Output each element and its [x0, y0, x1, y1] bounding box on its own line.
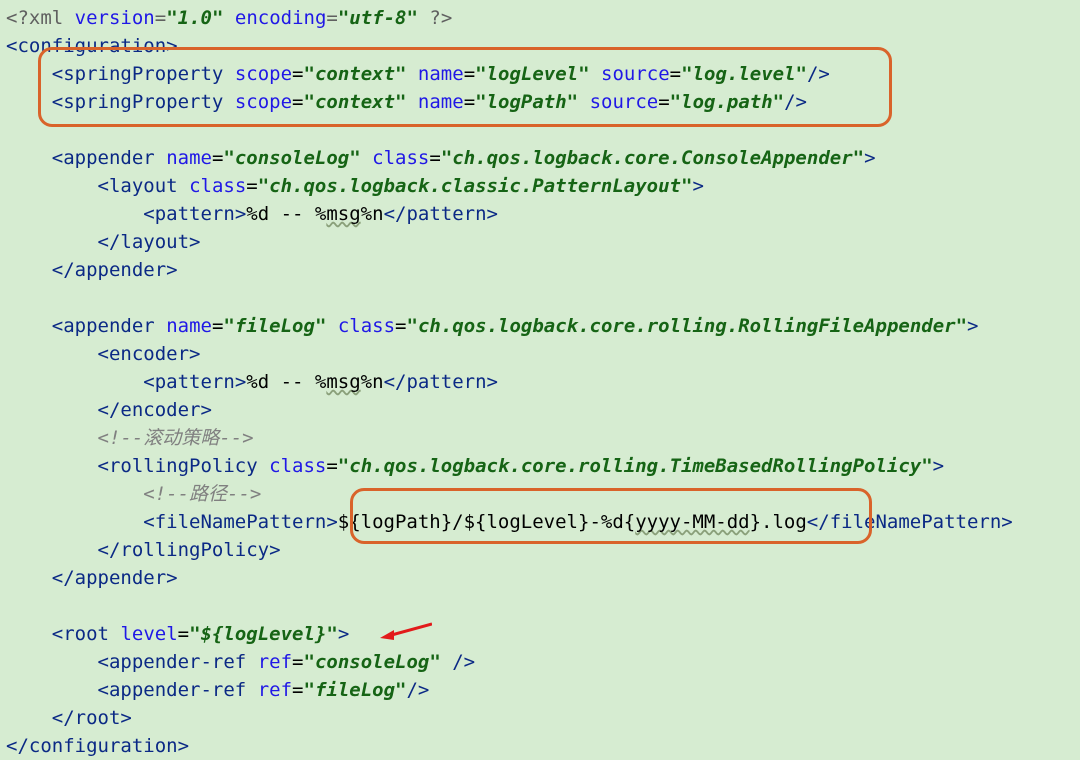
line-comment-2: <!--路径--> — [6, 483, 261, 505]
line-appenderref-1: <appender-ref ref="consoleLog" /> — [6, 651, 475, 673]
line-rollingPolicy-close: </rollingPolicy> — [6, 539, 281, 561]
line-pattern-1: <pattern>%d -- %msg%n</pattern> — [6, 203, 498, 225]
line-layout-close: </layout> — [6, 231, 201, 253]
line-appender-file-open: <appender name="fileLog" class="ch.qos.l… — [6, 315, 979, 337]
line-encoder-open: <encoder> — [6, 343, 201, 365]
tag-configuration-close: </configuration> — [6, 735, 189, 757]
line-appender-file-close: </appender> — [6, 567, 178, 589]
line-rollingPolicy-open: <rollingPolicy class="ch.qos.logback.cor… — [6, 455, 944, 477]
blank-2 — [6, 287, 17, 309]
line-appender-console-open: <appender name="consoleLog" class="ch.qo… — [6, 147, 876, 169]
line-appenderref-2: <appender-ref ref="fileLog"/> — [6, 679, 429, 701]
blank-3 — [6, 595, 17, 617]
line-springProperty-1: <springProperty scope="context" name="lo… — [6, 63, 830, 85]
line-encoder-close: </encoder> — [6, 399, 212, 421]
line-pattern-2: <pattern>%d -- %msg%n</pattern> — [6, 371, 498, 393]
blank-1 — [6, 119, 17, 141]
line-fileNamePattern: <fileNamePattern>${logPath}/${logLevel}-… — [6, 511, 1013, 533]
prolog: <?xml version="1.0" encoding="utf-8" ?> — [6, 7, 452, 29]
line-appender-console-close: </appender> — [6, 259, 178, 281]
tag-configuration-open: <configuration> — [6, 35, 178, 57]
code-block: <?xml version="1.0" encoding="utf-8" ?> … — [6, 4, 1076, 760]
line-root-open: <root level="${logLevel}"> — [6, 623, 349, 645]
line-comment-1: <!--滚动策略--> — [6, 427, 254, 449]
line-root-close: </root> — [6, 707, 132, 729]
line-layout-open: <layout class="ch.qos.logback.classic.Pa… — [6, 175, 704, 197]
line-springProperty-2: <springProperty scope="context" name="lo… — [6, 91, 807, 113]
